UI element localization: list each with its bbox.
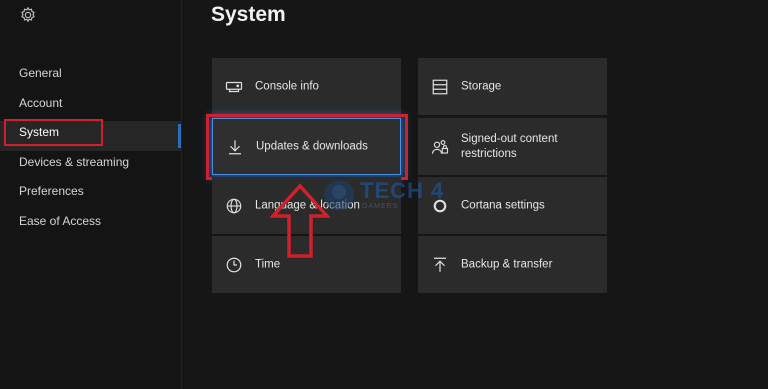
nav-item-preferences[interactable]: Preferences bbox=[0, 180, 181, 210]
nav-item-label: Preferences bbox=[19, 184, 84, 198]
storage-icon bbox=[432, 79, 448, 94]
tile-storage[interactable]: Storage bbox=[418, 58, 607, 115]
tile-backup-transfer[interactable]: Backup & transfer bbox=[418, 236, 607, 293]
sidebar: General Account System Devices & streami… bbox=[0, 0, 182, 389]
selected-indicator bbox=[178, 124, 181, 148]
tile-highlight-box bbox=[206, 114, 408, 180]
nav-item-label: Account bbox=[19, 95, 63, 110]
globe-icon bbox=[226, 198, 242, 213]
watermark-subtext: GAMERS bbox=[362, 203, 399, 210]
nav-item-ease-of-access[interactable]: Ease of Access bbox=[0, 210, 181, 240]
nav-item-label: Devices & streaming bbox=[19, 154, 130, 169]
tile-signed-out-content-restrictions[interactable]: Signed-out content restrictions bbox=[418, 118, 607, 175]
tile-label: Time bbox=[255, 258, 281, 270]
tile-label: Signed-out content restrictions bbox=[461, 132, 558, 160]
tile-label: Cortana settings bbox=[461, 199, 545, 211]
tile-label: Backup & transfer bbox=[461, 258, 553, 270]
watermark-text: TECH 4 bbox=[360, 178, 445, 203]
nav-item-label: General bbox=[19, 66, 62, 80]
annotation-arrow-icon bbox=[270, 183, 330, 258]
watermark-logo: TECH 4 GAMERS bbox=[322, 176, 452, 216]
console-icon bbox=[225, 81, 243, 92]
upload-icon bbox=[434, 257, 446, 272]
gear-icon[interactable] bbox=[19, 6, 37, 24]
nav-highlight-box bbox=[4, 119, 103, 146]
nav-item-account[interactable]: Account bbox=[0, 92, 181, 122]
nav-item-devices-streaming[interactable]: Devices & streaming bbox=[0, 151, 181, 181]
tile-label: Storage bbox=[461, 80, 502, 92]
nav-item-general[interactable]: General bbox=[0, 62, 181, 92]
page-title: System bbox=[211, 3, 286, 26]
clock-icon bbox=[226, 257, 242, 272]
tile-console-info[interactable]: Console info bbox=[212, 58, 401, 115]
settings-nav: General Account System Devices & streami… bbox=[0, 62, 181, 239]
tile-label: Console info bbox=[255, 80, 319, 92]
people-lock-icon bbox=[431, 139, 449, 154]
nav-item-label: Ease of Access bbox=[19, 213, 102, 228]
